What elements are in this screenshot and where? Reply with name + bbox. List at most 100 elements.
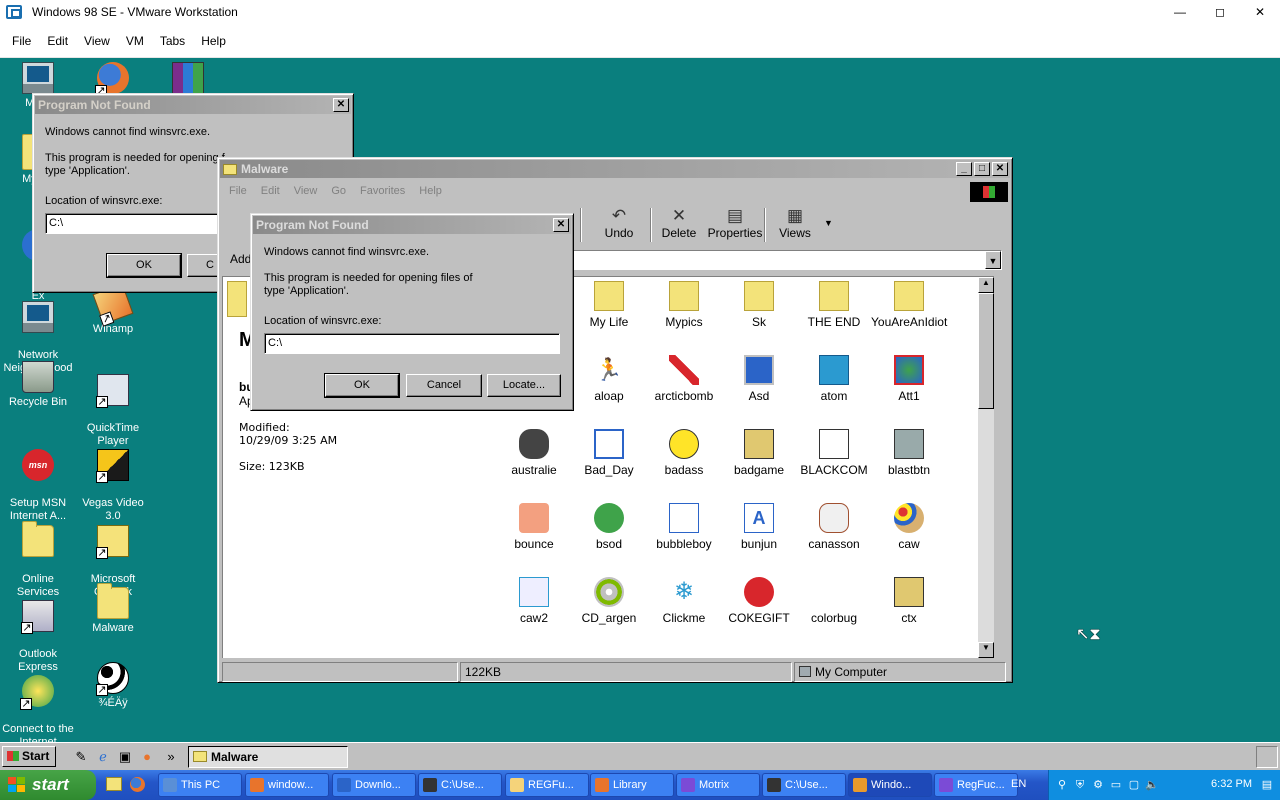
host-task-item[interactable]: Downlo... xyxy=(332,773,416,797)
close-button[interactable]: ✕ xyxy=(992,162,1008,176)
desktop-icon-recycle-bin[interactable]: Recycle Bin xyxy=(0,361,76,409)
ok-button[interactable]: OK xyxy=(324,373,400,398)
views-button[interactable]: ▦ Views xyxy=(766,206,824,244)
menu-view[interactable]: View xyxy=(76,34,118,48)
dialog-close-button[interactable]: ✕ xyxy=(553,218,569,232)
file-item[interactable]: arcticbomb xyxy=(646,355,722,403)
display-icon[interactable]: ▢ xyxy=(1127,778,1141,792)
file-item[interactable]: australie xyxy=(496,429,572,477)
file-item[interactable]: atom xyxy=(796,355,872,403)
file-item[interactable]: caw xyxy=(871,503,947,551)
desktop-icon-malware[interactable]: Malware xyxy=(75,583,151,635)
host-task-item[interactable]: This PC xyxy=(158,773,242,797)
network-icon[interactable]: ▣ xyxy=(116,748,134,766)
desktop-icon-msn[interactable]: msn Setup MSN Internet A... xyxy=(0,436,76,523)
file-item[interactable]: canasson xyxy=(796,503,872,551)
desktop-icon-online-services[interactable]: Online Services xyxy=(0,512,76,599)
file-item[interactable]: BLACKCOM xyxy=(796,429,872,477)
file-item[interactable]: Bad_Day xyxy=(571,429,647,477)
file-item[interactable]: Sk xyxy=(721,281,797,329)
menu-file[interactable]: File xyxy=(4,34,39,48)
clock[interactable]: 6:32 PM xyxy=(1211,778,1252,790)
host-task-item[interactable]: Windo... xyxy=(848,773,932,797)
menu-edit[interactable]: Edit xyxy=(254,185,287,197)
firefox-icon[interactable] xyxy=(130,777,145,792)
desktop-icon-cow[interactable]: ¾ÉÄÿ xyxy=(75,662,151,710)
maximize-button[interactable]: ◻ xyxy=(1200,5,1240,19)
minimize-button[interactable]: — xyxy=(1160,5,1200,19)
maximize-button[interactable]: □ xyxy=(974,162,990,176)
file-explorer-icon[interactable] xyxy=(106,777,122,791)
menu-help[interactable]: Help xyxy=(193,34,234,48)
file-item[interactable]: bsod xyxy=(571,503,647,551)
host-start-button[interactable]: start xyxy=(0,770,96,800)
file-item[interactable]: ❄ Clickme xyxy=(646,577,722,625)
host-task-item[interactable]: Motrix xyxy=(676,773,760,797)
ie-icon[interactable]: ℯ xyxy=(94,748,112,766)
file-item[interactable]: 🏃 aloap xyxy=(571,355,647,403)
desktop-icon-connect-internet[interactable]: Connect to the Internet xyxy=(0,662,76,742)
desktop-icon-outlook-express[interactable]: Outlook Express xyxy=(0,587,76,674)
dialog-close-button[interactable]: ✕ xyxy=(333,98,349,112)
desktop-icon-quicktime[interactable]: QuickTime Player xyxy=(75,361,151,448)
host-task-item[interactable]: Library xyxy=(590,773,674,797)
file-item[interactable]: COKEGIFT xyxy=(721,577,797,625)
network-icon[interactable]: ▭ xyxy=(1109,778,1123,792)
desktop-icon-firefox[interactable] xyxy=(75,62,151,97)
menu-tabs[interactable]: Tabs xyxy=(152,34,193,48)
file-item[interactable]: bounce xyxy=(496,503,572,551)
properties-button[interactable]: ▤ Properties xyxy=(705,206,765,244)
file-item[interactable]: CD_argen xyxy=(571,577,647,625)
minimize-button[interactable]: _ xyxy=(956,162,972,176)
action-center-icon[interactable]: ▤ xyxy=(1260,778,1274,792)
settings-icon[interactable]: ⚙ xyxy=(1091,778,1105,792)
file-item[interactable]: My Life xyxy=(571,281,647,329)
language-indicator[interactable]: EN xyxy=(1011,778,1026,790)
file-item[interactable]: Asd xyxy=(721,355,797,403)
shield-icon[interactable]: ⛨ xyxy=(1073,778,1087,792)
menu-help[interactable]: Help xyxy=(412,185,449,197)
file-item[interactable]: YouAreAnIdiot xyxy=(871,281,947,329)
firefox-icon[interactable]: ● xyxy=(138,748,156,766)
file-item[interactable]: Abunjun xyxy=(721,503,797,551)
file-item[interactable]: caw2 xyxy=(496,577,572,625)
win98-start-button[interactable]: Start xyxy=(2,746,56,767)
menu-go[interactable]: Go xyxy=(324,185,353,197)
file-item[interactable]: THE END xyxy=(796,281,872,329)
host-task-item[interactable]: REGFu... xyxy=(505,773,589,797)
close-button[interactable]: ✕ xyxy=(1240,5,1280,19)
desktop-icon-vegas-video[interactable]: Vegas Video 3.0 xyxy=(75,436,151,523)
scroll-thumb[interactable] xyxy=(978,293,994,409)
delete-button[interactable]: ✕ Delete xyxy=(650,206,708,244)
show-desktop-icon[interactable]: ✎ xyxy=(72,748,90,766)
views-dropdown-arrow-icon[interactable]: ▼ xyxy=(824,218,833,228)
ok-button[interactable]: OK xyxy=(106,253,182,278)
menu-file[interactable]: File xyxy=(222,185,254,197)
menu-edit[interactable]: Edit xyxy=(39,34,76,48)
host-task-item[interactable]: C:\Use... xyxy=(418,773,502,797)
vertical-scrollbar[interactable]: ▲ ▼ xyxy=(978,277,994,658)
file-item[interactable]: Att1 xyxy=(871,355,947,403)
undo-button[interactable]: ↶ Undo xyxy=(590,206,648,244)
search-icon[interactable]: ⚲ xyxy=(1055,778,1069,792)
desktop-icon-winamp[interactable]: Winamp xyxy=(75,283,151,336)
desktop-icon-outlook[interactable]: Microsoft Outlook xyxy=(75,512,151,599)
cancel-button[interactable]: Cancel xyxy=(406,374,482,397)
volume-icon[interactable]: 🔈 xyxy=(1145,778,1159,792)
file-item[interactable]: badgame xyxy=(721,429,797,477)
address-bar[interactable]: ▼ xyxy=(558,250,1002,270)
file-item[interactable]: bubbleboy xyxy=(646,503,722,551)
menu-vm[interactable]: VM xyxy=(118,34,152,48)
menu-view[interactable]: View xyxy=(287,185,325,197)
taskbar-item-malware[interactable]: Malware xyxy=(188,746,348,768)
file-item[interactable]: Mypics xyxy=(646,281,722,329)
host-task-item[interactable]: window... xyxy=(245,773,329,797)
quick-launch-more[interactable]: » xyxy=(162,748,180,766)
scroll-up-icon[interactable]: ▲ xyxy=(978,277,994,293)
file-item[interactable]: badass xyxy=(646,429,722,477)
menu-favorites[interactable]: Favorites xyxy=(353,185,412,197)
scroll-down-icon[interactable]: ▼ xyxy=(978,642,994,658)
address-dropdown-icon[interactable]: ▼ xyxy=(985,251,1001,269)
locate-button[interactable]: Locate... xyxy=(487,374,561,397)
desktop-icon-winrar[interactable] xyxy=(150,62,226,97)
